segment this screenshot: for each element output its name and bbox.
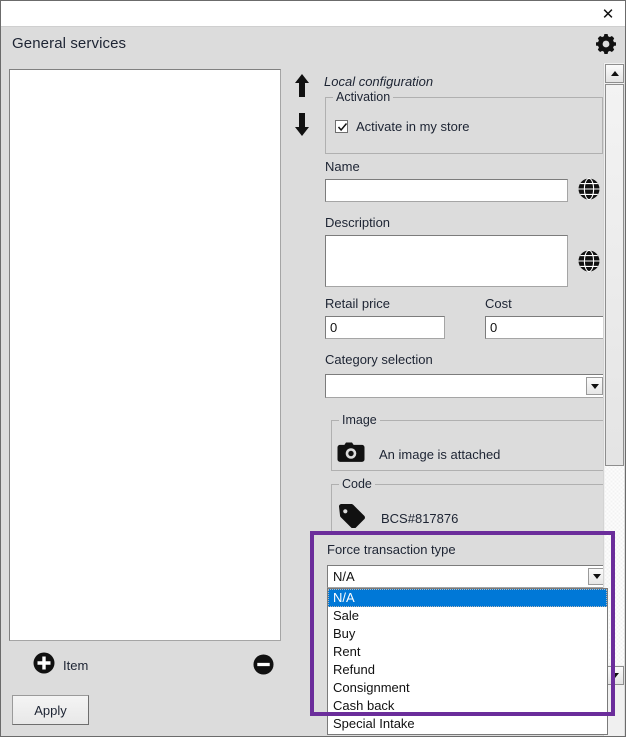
dropdown-option[interactable]: N/A bbox=[328, 589, 607, 607]
force-transaction-type-label: Force transaction type bbox=[327, 542, 456, 557]
dropdown-option[interactable]: Cash back bbox=[328, 697, 607, 715]
activate-in-my-store-row[interactable]: Activate in my store bbox=[335, 119, 469, 134]
dropdown-option[interactable]: Rent bbox=[328, 643, 607, 661]
cost-label: Cost bbox=[485, 296, 512, 311]
dropdown-option[interactable]: Sale bbox=[328, 607, 607, 625]
image-attached-text: An image is attached bbox=[379, 447, 501, 462]
scroll-up-button[interactable] bbox=[605, 64, 624, 83]
tag-icon bbox=[337, 504, 367, 533]
scrollbar-thumb[interactable] bbox=[605, 84, 624, 466]
code-legend: Code bbox=[339, 477, 375, 491]
image-legend: Image bbox=[339, 413, 380, 427]
globe-icon[interactable] bbox=[577, 249, 601, 273]
services-list[interactable] bbox=[9, 69, 281, 641]
name-input[interactable] bbox=[325, 179, 568, 202]
add-item-button[interactable]: Item bbox=[33, 652, 88, 679]
force-transaction-type-dropdown[interactable]: N/A bbox=[327, 565, 608, 588]
activation-legend: Activation bbox=[333, 90, 394, 104]
chevron-down-icon[interactable] bbox=[586, 377, 603, 395]
code-text: BCS#817876 bbox=[381, 511, 459, 526]
apply-button[interactable]: Apply bbox=[12, 695, 89, 725]
page-title: General services bbox=[12, 35, 127, 52]
add-item-label: Item bbox=[63, 658, 89, 673]
sort-controls bbox=[289, 73, 315, 141]
minus-circle-icon bbox=[253, 654, 274, 679]
camera-icon bbox=[337, 441, 365, 468]
globe-icon[interactable] bbox=[577, 177, 601, 201]
force-transaction-type-options[interactable]: N/A Sale Buy Rent Refund Consignment Cas… bbox=[327, 588, 608, 735]
category-selection-dropdown[interactable] bbox=[325, 374, 606, 398]
retail-price-input[interactable] bbox=[325, 316, 445, 339]
remove-item-button[interactable] bbox=[253, 654, 274, 680]
gear-icon[interactable] bbox=[594, 32, 618, 56]
scrollbar-track[interactable] bbox=[605, 84, 624, 665]
dropdown-option[interactable]: Consignment bbox=[328, 679, 607, 697]
title-bar: ✕ bbox=[1, 1, 625, 27]
close-icon[interactable]: ✕ bbox=[597, 4, 619, 24]
description-label: Description bbox=[325, 215, 391, 230]
activation-group: Activation Activate in my store bbox=[325, 90, 603, 154]
dropdown-option[interactable]: Special Intake bbox=[328, 715, 607, 733]
code-row: BCS#817876 bbox=[337, 504, 458, 533]
dropdown-option[interactable]: Refund bbox=[328, 661, 607, 679]
description-input[interactable] bbox=[325, 235, 568, 287]
force-transaction-type-value: N/A bbox=[333, 569, 355, 584]
cost-input[interactable] bbox=[485, 316, 610, 339]
application-window: ✕ General services Item Apply Local conf… bbox=[0, 0, 626, 737]
plus-circle-icon bbox=[33, 652, 55, 679]
local-configuration-label: Local configuration bbox=[324, 74, 434, 89]
category-selection-label: Category selection bbox=[325, 352, 433, 367]
activate-checkbox[interactable] bbox=[335, 120, 348, 133]
triangle-up-icon bbox=[610, 71, 619, 76]
name-label: Name bbox=[325, 159, 360, 174]
retail-price-label: Retail price bbox=[325, 296, 391, 311]
image-attached-row: An image is attached bbox=[337, 441, 500, 468]
triangle-down-icon bbox=[610, 673, 619, 678]
dropdown-option[interactable]: Buy bbox=[328, 625, 607, 643]
arrow-up-icon[interactable] bbox=[291, 73, 313, 99]
arrow-down-icon[interactable] bbox=[291, 111, 313, 137]
activate-checkbox-label: Activate in my store bbox=[356, 119, 470, 134]
